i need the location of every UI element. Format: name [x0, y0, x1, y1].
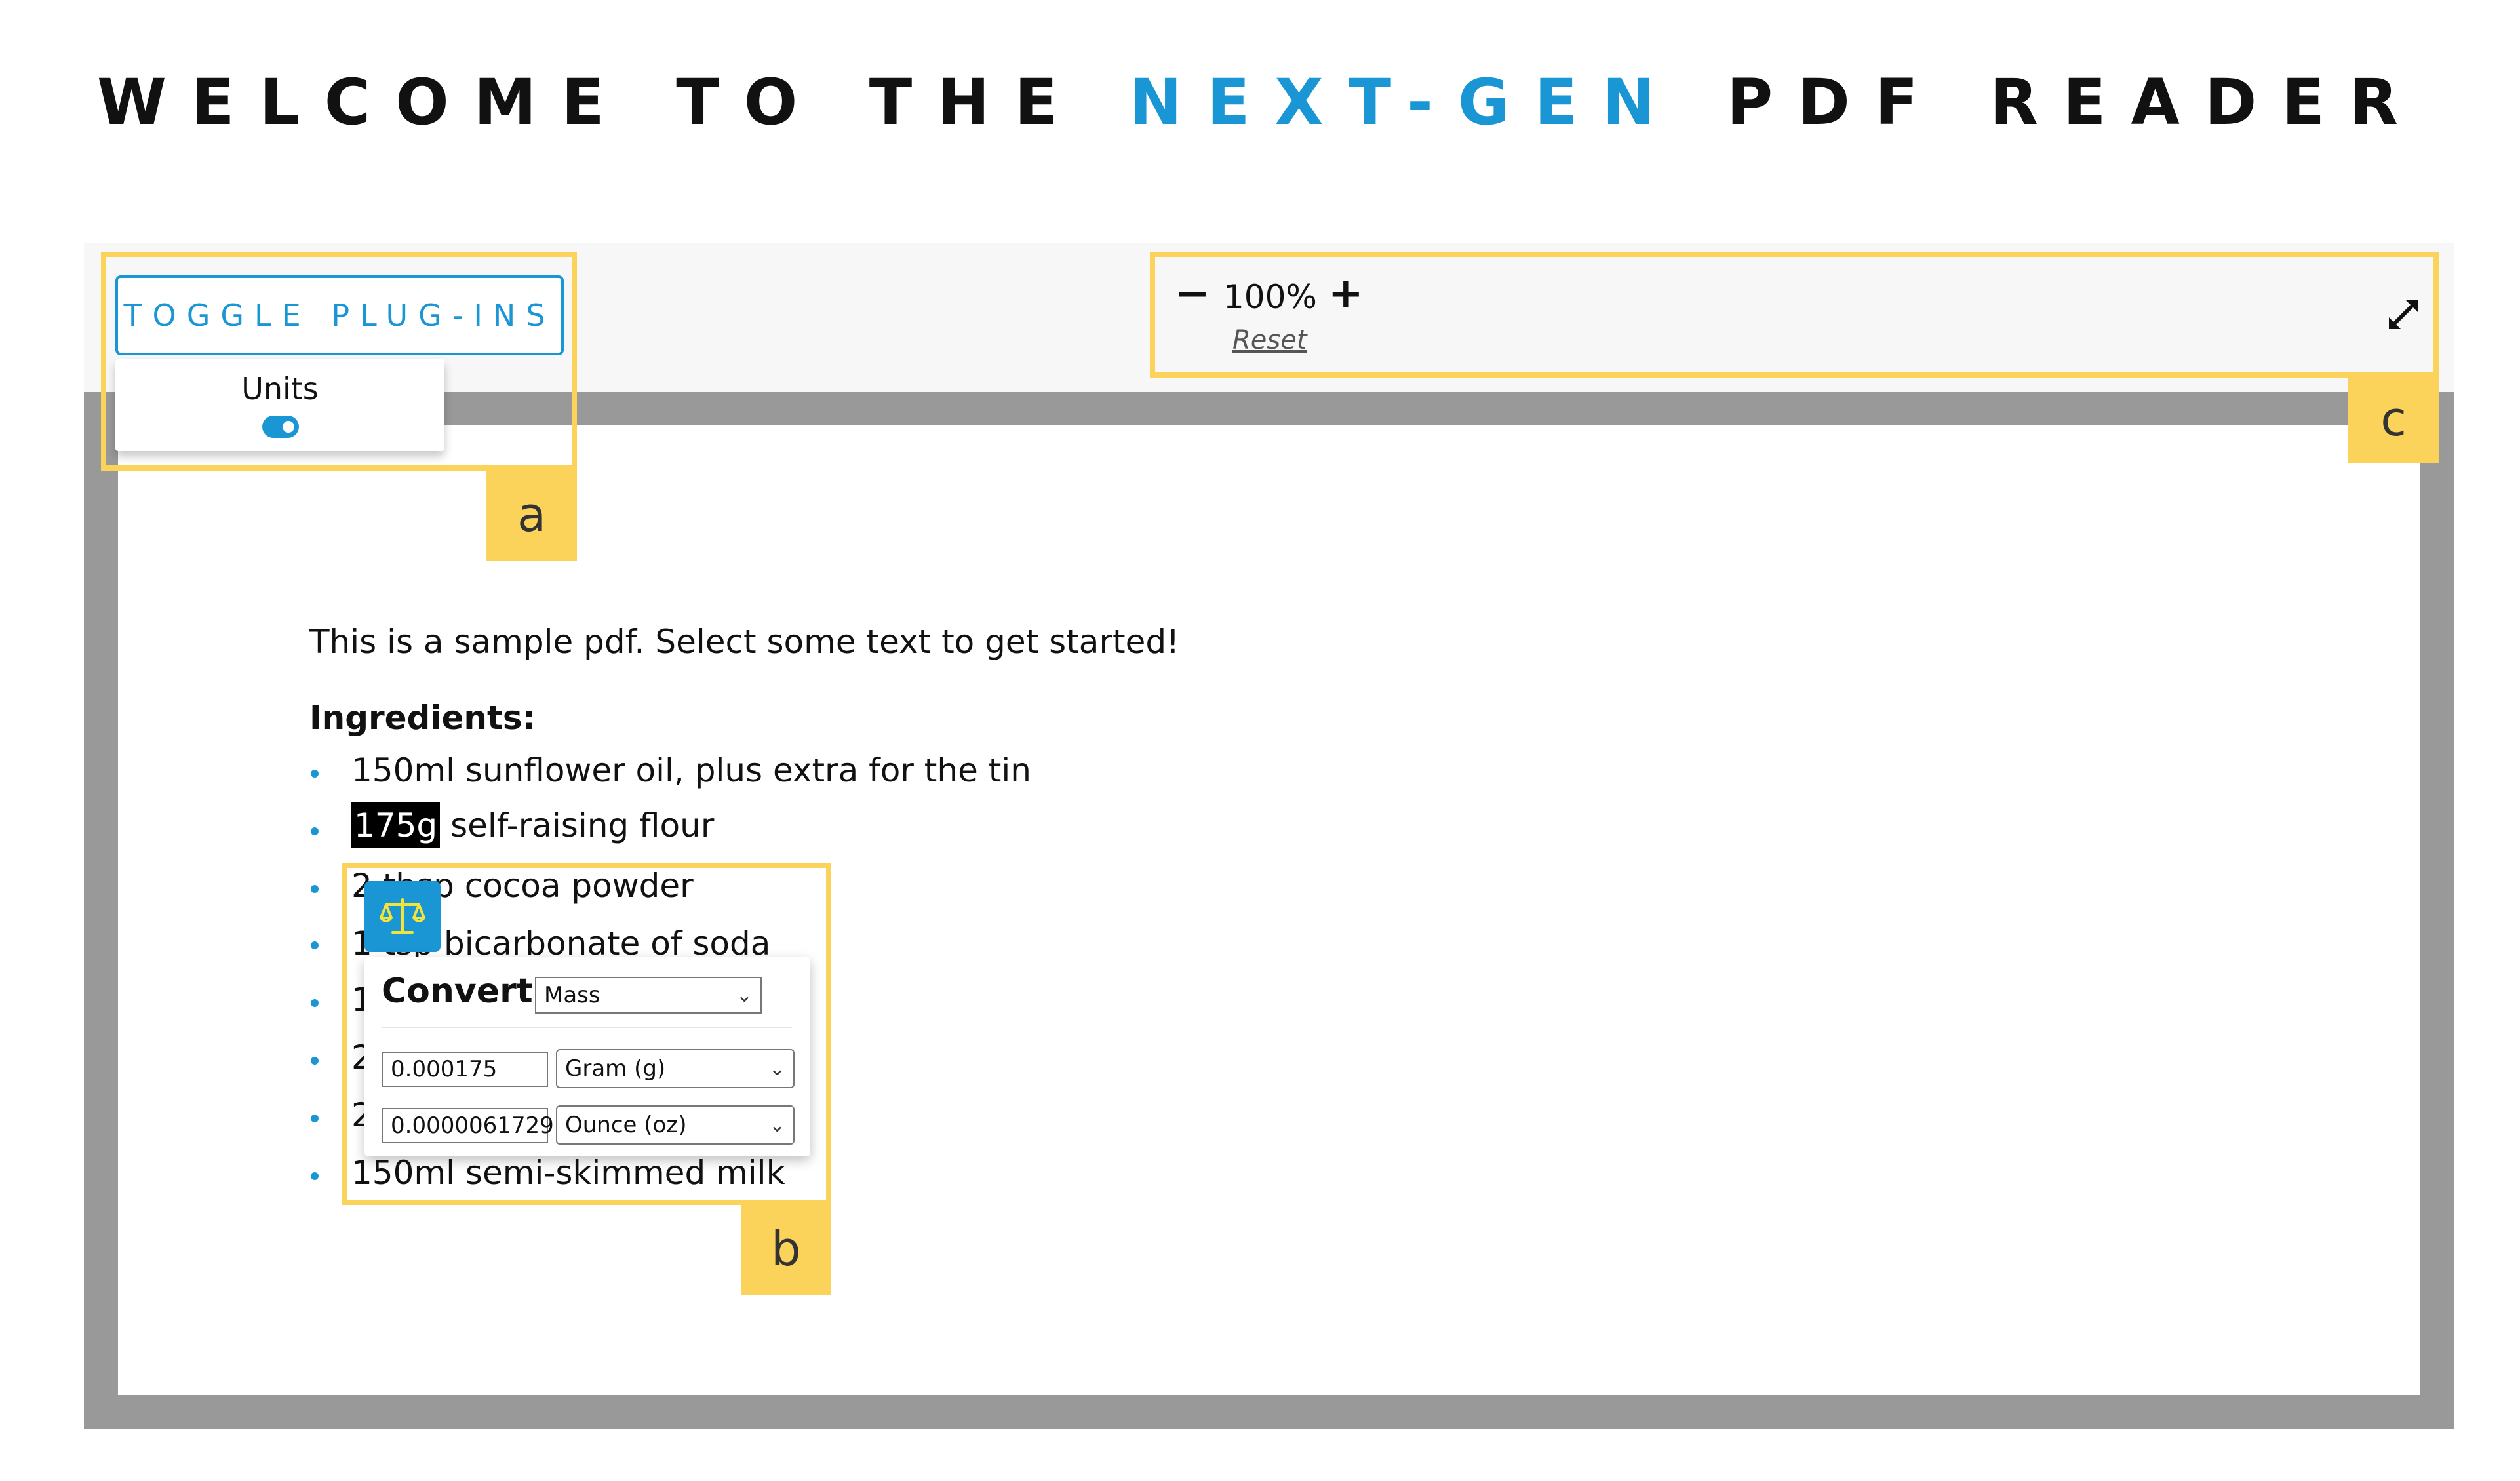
bullet [311, 885, 319, 893]
bullet [311, 1057, 319, 1065]
list-item-text: self-raising flour [450, 806, 715, 844]
callout-label-c: c [2348, 375, 2439, 463]
callout-label-a: a [486, 468, 577, 561]
ingredients-heading: Ingredients: [309, 699, 536, 737]
bullet [311, 827, 319, 835]
list-item: 150ml sunflower oil, plus extra for the … [351, 751, 1031, 789]
bullet [311, 999, 319, 1007]
bullet [311, 1172, 319, 1180]
callout-box-c [1150, 252, 2439, 378]
callout-label-b: b [741, 1202, 831, 1295]
callout-box-b [342, 863, 831, 1205]
title-part-1: WELCOME TO THE [97, 66, 1130, 139]
callout-box-a [101, 252, 577, 471]
bullet [311, 941, 319, 949]
list-item: 175g self-raising flour [351, 802, 715, 848]
title-accent: NEXT-GEN [1129, 66, 1680, 139]
intro-text: This is a sample pdf. Select some text t… [309, 623, 1180, 661]
bullet [311, 1115, 319, 1122]
title-part-2: PDF READER [1680, 66, 2423, 139]
page-title: WELCOME TO THE NEXT-GEN PDF READER [0, 66, 2520, 139]
bullet [311, 770, 319, 778]
selected-text[interactable]: 175g [351, 802, 441, 848]
